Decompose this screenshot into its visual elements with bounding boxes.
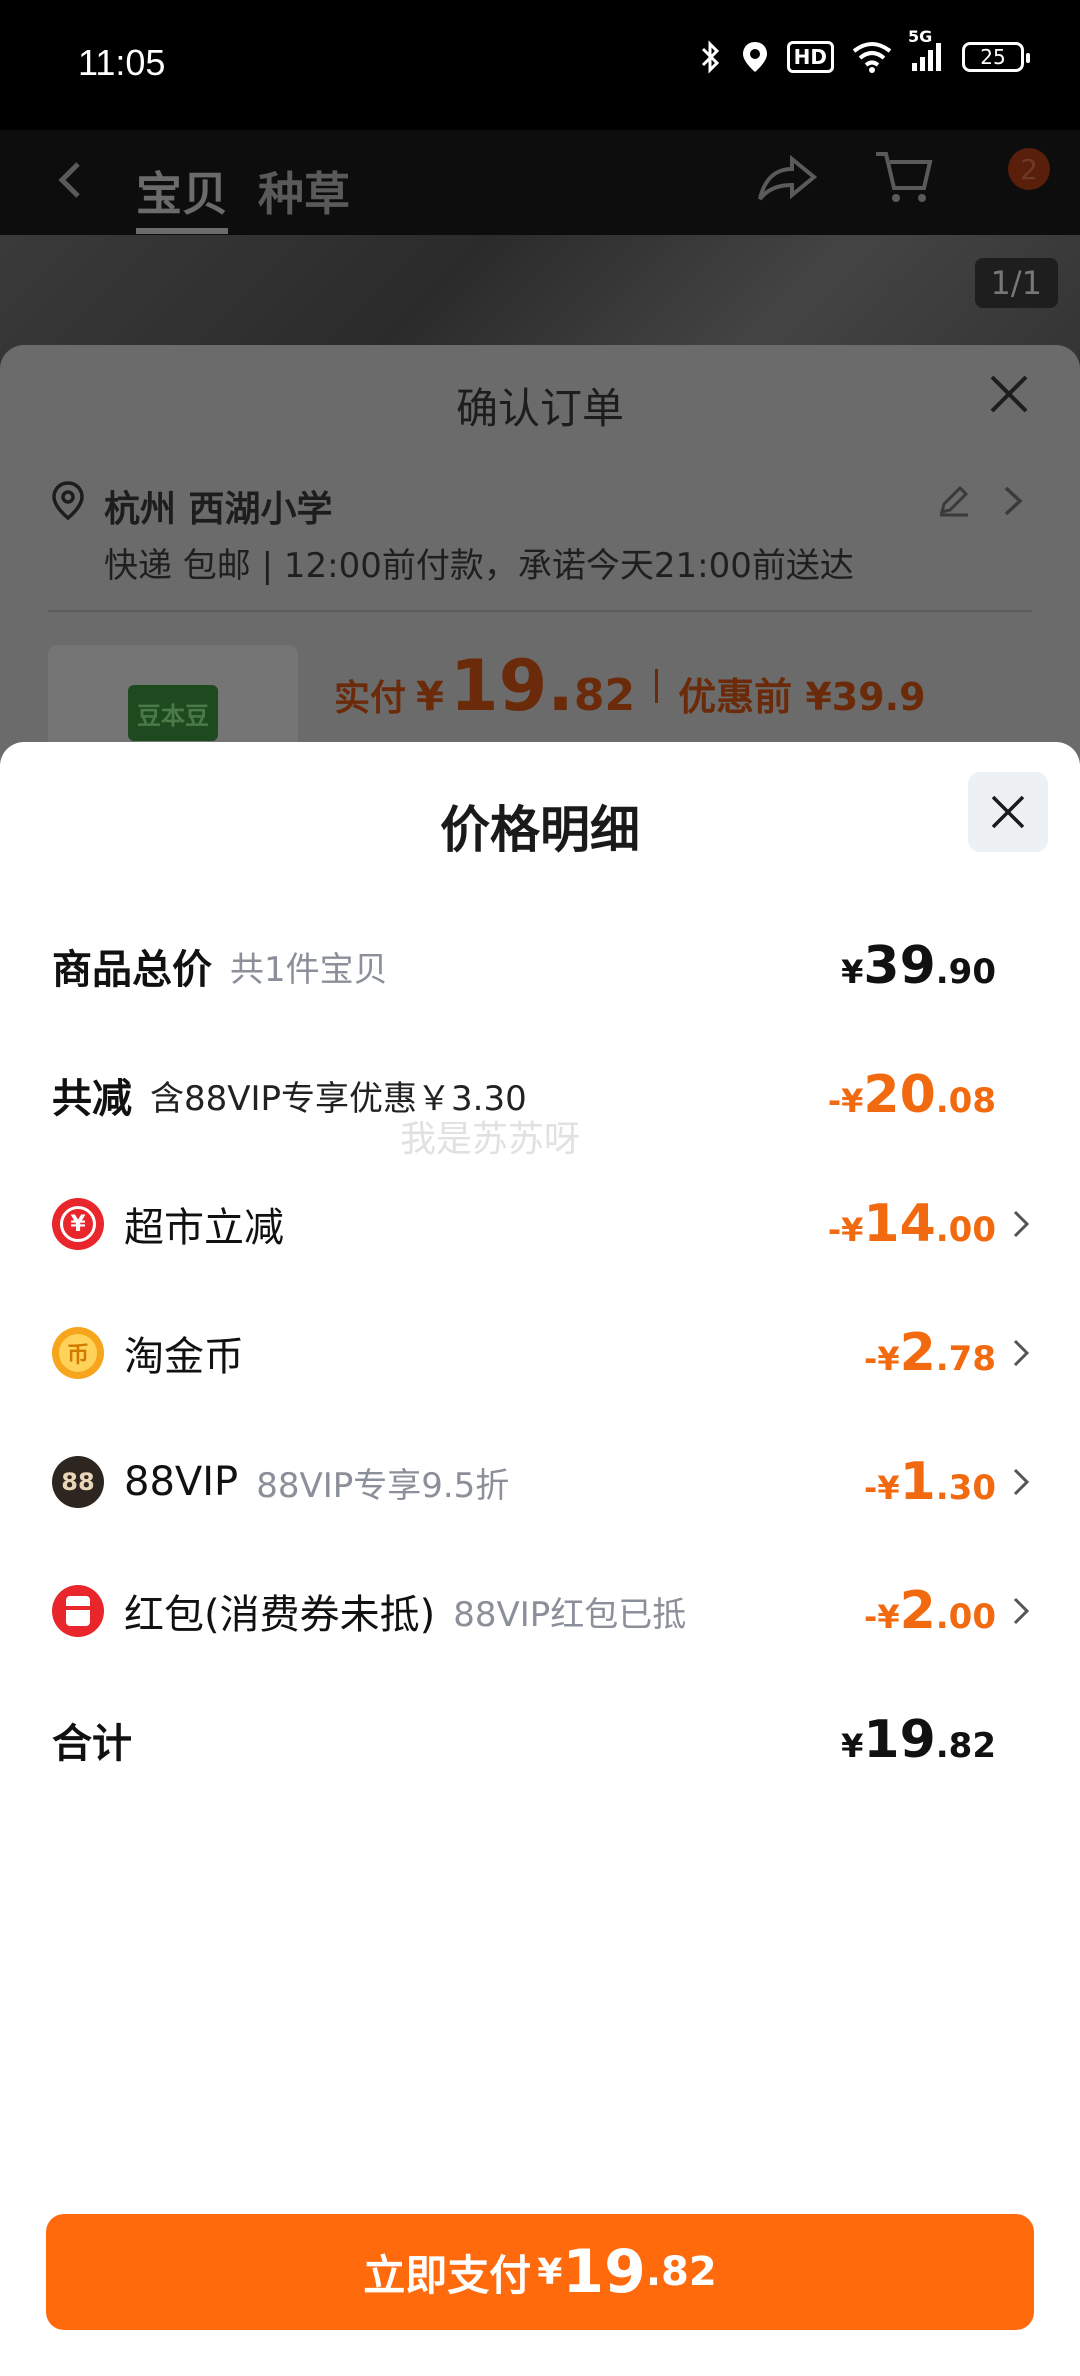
supermarket-discount-label: 超市立减: [124, 1205, 284, 1251]
red-packet-icon: [52, 1585, 104, 1637]
hd-icon: HD: [786, 41, 834, 73]
red-packet-label: 红包(消费券未抵): [124, 1592, 436, 1638]
amount-decimal: .82: [935, 1726, 996, 1766]
currency: ¥: [841, 1727, 864, 1765]
dim-overlay[interactable]: [0, 130, 1080, 742]
amount-integer: 20: [863, 1065, 936, 1125]
amount-integer: 39: [863, 936, 936, 996]
pay-currency: ¥: [537, 2251, 563, 2293]
amount-decimal: .78: [935, 1339, 996, 1379]
pay-now-button[interactable]: 立即支付 ¥ 19 .82: [46, 2214, 1034, 2330]
price-detail-sheet: 价格明细 商品总价 共1件宝贝 ¥ 39 .90 共减 含88VIP专享优惠￥3…: [0, 742, 1080, 2376]
currency: -¥: [864, 1469, 900, 1507]
red-packet-glyph: [66, 1596, 90, 1626]
red-packet-amount: -¥ 2 .00: [864, 1581, 996, 1641]
amount-decimal: .00: [935, 1210, 996, 1250]
currency: -¥: [827, 1082, 864, 1120]
status-time: 11:05: [78, 42, 166, 83]
vip-note: 88VIP专享9.5折: [256, 1465, 510, 1506]
vip-discount-row[interactable]: 88 88VIP 88VIP专享9.5折 -¥ 1 .30: [52, 1442, 1032, 1522]
pay-amount-integer: 19: [562, 2237, 646, 2307]
status-icons: HD 5G 25: [699, 27, 1030, 74]
vip-discount-amount: -¥ 1 .30: [864, 1452, 996, 1512]
amount-integer: 2: [899, 1323, 936, 1383]
yen-glyph: ¥: [60, 1206, 96, 1242]
supermarket-discount-icon: ¥: [52, 1198, 104, 1250]
taojinbi-row[interactable]: 币 淘金币 -¥ 2 .78: [52, 1313, 1032, 1393]
goods-total-label: 商品总价: [52, 947, 212, 993]
network-type: 5G: [908, 27, 933, 46]
amount-decimal: .90: [935, 952, 996, 992]
bluetooth-icon: [699, 40, 723, 74]
screen: 11:05 HD 5G 25 宝贝 种草 2 1/1 确认订单 杭州 西湖小学 …: [0, 0, 1080, 2376]
chevron-right-icon: [1013, 1597, 1030, 1625]
chevron-right-icon: [1013, 1210, 1030, 1238]
amount-integer: 2: [899, 1581, 936, 1641]
currency: ¥: [841, 953, 864, 991]
watermark: 我是苏苏呀: [400, 1119, 581, 1160]
currency: -¥: [864, 1340, 900, 1378]
chevron-right-icon: [1013, 1468, 1030, 1496]
amount-decimal: .00: [935, 1597, 996, 1637]
grand-total-amount: ¥ 19 .82: [841, 1710, 996, 1770]
grand-total-label: 合计: [52, 1721, 132, 1767]
amount-integer: 1: [899, 1452, 936, 1512]
wifi-icon: [852, 41, 892, 73]
taojinbi-label: 淘金币: [124, 1334, 244, 1380]
amount-integer: 14: [863, 1194, 936, 1254]
total-discount-amount: -¥ 20 .08: [828, 1065, 996, 1125]
goods-total-row: 商品总价 共1件宝贝 ¥ 39 .90: [52, 926, 1032, 1006]
battery-level: 25: [980, 45, 1006, 69]
battery-icon: 25: [962, 42, 1030, 72]
price-detail-title: 价格明细: [440, 801, 640, 859]
goods-total-amount: ¥ 39 .90: [841, 936, 996, 996]
coin-glyph: 币: [59, 1334, 97, 1372]
location-icon: [741, 40, 769, 74]
vip-label: 88VIP: [124, 1459, 239, 1505]
amount-decimal: .08: [935, 1081, 996, 1121]
signal-icon: 5G: [908, 27, 944, 73]
goods-count: 共1件宝贝: [230, 949, 388, 990]
coin-icon: 币: [52, 1327, 104, 1379]
chevron-right-icon: [1013, 1339, 1030, 1367]
red-packet-note: 88VIP红包已抵: [453, 1594, 687, 1635]
status-bar: 11:05 HD 5G 25: [0, 0, 1080, 130]
red-packet-row[interactable]: 红包(消费券未抵) 88VIP红包已抵 -¥ 2 .00: [52, 1571, 1032, 1651]
currency: -¥: [864, 1598, 900, 1636]
close-button[interactable]: [968, 772, 1048, 852]
close-icon: [991, 795, 1025, 829]
pay-amount-decimal: .82: [645, 2249, 717, 2295]
supermarket-discount-row[interactable]: ¥ 超市立减 -¥ 14 .00: [52, 1184, 1032, 1264]
currency: -¥: [827, 1211, 864, 1249]
vip-icon: 88: [52, 1456, 104, 1508]
total-discount-label: 共减: [52, 1076, 132, 1122]
pay-now-label: 立即支付: [363, 2250, 532, 2300]
amount-decimal: .30: [935, 1468, 996, 1508]
supermarket-discount-amount: -¥ 14 .00: [828, 1194, 996, 1254]
grand-total-row: 合计 ¥ 19 .82: [52, 1700, 1032, 1780]
amount-integer: 19: [863, 1710, 936, 1770]
taojinbi-amount: -¥ 2 .78: [864, 1323, 996, 1383]
